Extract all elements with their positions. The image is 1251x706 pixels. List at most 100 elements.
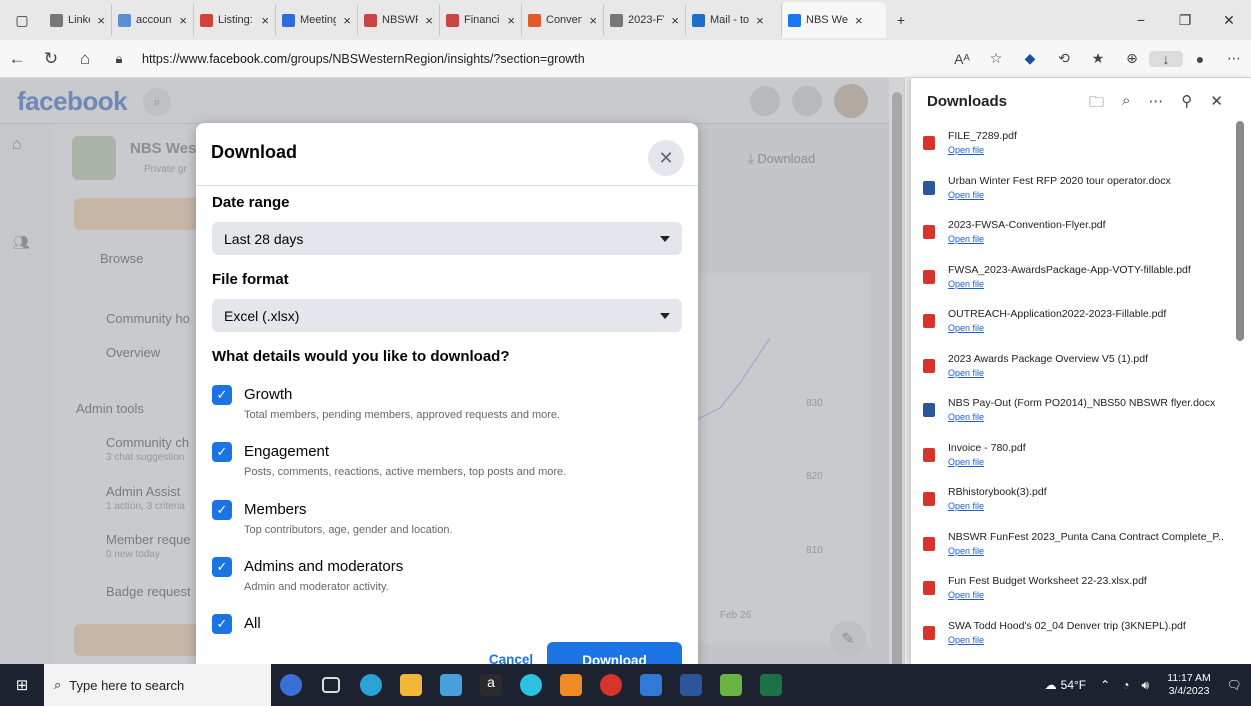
tab-actions-icon[interactable]: ▢	[0, 12, 44, 29]
app-icon[interactable]	[631, 670, 671, 700]
account-avatar[interactable]	[834, 84, 868, 118]
refresh-icon[interactable]: ↻	[34, 49, 68, 69]
app-icon[interactable]	[591, 670, 631, 700]
browser-tab[interactable]: Convent ×	[522, 4, 604, 36]
tab-close-icon[interactable]: ×	[425, 13, 433, 28]
checkbox-checked-icon[interactable]: ✓	[212, 385, 232, 405]
close-icon[interactable]: ✕	[1210, 92, 1223, 117]
checkbox-checked-icon[interactable]: ✓	[212, 614, 232, 634]
back-icon[interactable]: ←	[0, 49, 34, 69]
community-home-link[interactable]: Community ho	[106, 311, 190, 326]
restore-button[interactable]: ❐	[1163, 12, 1207, 29]
app-icon[interactable]	[511, 670, 551, 700]
open-file-link[interactable]: Open file	[948, 457, 984, 467]
notifications-icon[interactable]	[792, 86, 822, 116]
pin-icon[interactable]: ⚲	[1181, 92, 1192, 117]
checkbox-checked-icon[interactable]: ✓	[212, 500, 232, 520]
download-item[interactable]: OUTREACH-Application2022-2023-Fillable.p…	[923, 308, 1223, 342]
search-icon[interactable]: ⌕	[1122, 92, 1130, 117]
groups-icon[interactable]: 👥︎	[12, 234, 30, 251]
group-name[interactable]: NBS West	[130, 140, 201, 157]
member-requests-link[interactable]: Member reque	[106, 532, 191, 547]
tab-close-icon[interactable]: ×	[97, 13, 105, 28]
chevron-up-icon[interactable]: ⌃	[1100, 678, 1110, 692]
search-icon[interactable]: ⌕	[143, 88, 171, 116]
download-item[interactable]: FILE_7289.pdf Open file	[923, 130, 1223, 164]
download-item[interactable]: Urban Winter Fest RFP 2020 tour operator…	[923, 175, 1223, 209]
open-file-link[interactable]: Open file	[948, 323, 984, 333]
open-file-link[interactable]: Open file	[948, 546, 984, 556]
file-format-select[interactable]: Excel (.xlsx)	[212, 299, 682, 332]
new-tab-button[interactable]: +	[886, 12, 916, 28]
excel-icon[interactable]	[751, 670, 791, 700]
task-view-icon[interactable]	[311, 670, 351, 700]
notifications-icon[interactable]: 🗨	[1217, 678, 1251, 692]
close-window-button[interactable]: ✕	[1207, 12, 1251, 29]
browser-tab[interactable]: NBSWR ×	[358, 4, 440, 36]
browser-tab[interactable]: Listing: L ×	[194, 4, 276, 36]
download-item[interactable]: 2023 Awards Package Overview V5 (1).pdf O…	[923, 353, 1223, 387]
browser-tab[interactable]: NBS We ×	[782, 2, 886, 38]
downloads-scrollbar[interactable]	[1236, 121, 1244, 341]
download-item[interactable]: SWA Todd Hood's 02_04 Denver trip (3KNEP…	[923, 620, 1223, 654]
collections-icon[interactable]: ⊕	[1115, 50, 1149, 67]
favorite-add-icon[interactable]: ☆	[979, 50, 1013, 67]
open-file-link[interactable]: Open file	[948, 145, 984, 155]
file-explorer-icon[interactable]	[391, 670, 431, 700]
more-menu-icon[interactable]: ⋯	[1217, 50, 1251, 67]
more-icon[interactable]: ⋯	[1148, 92, 1163, 117]
clock[interactable]: 11:17 AM 3/4/2023	[1161, 672, 1217, 698]
facebook-logo[interactable]: facebook	[17, 86, 128, 117]
home-icon[interactable]: ⌂	[12, 136, 22, 154]
folder-icon[interactable]: 🗀	[1089, 92, 1104, 117]
tab-close-icon[interactable]: ×	[589, 13, 597, 28]
tab-close-icon[interactable]: ×	[179, 13, 187, 28]
browser-tab[interactable]: Meeting ×	[276, 4, 358, 36]
overview-link[interactable]: Overview	[106, 345, 160, 360]
windows-start-icon[interactable]: ⊞	[0, 676, 44, 694]
badge-requests-link[interactable]: Badge request	[106, 584, 191, 599]
date-range-select[interactable]: Last 28 days	[212, 222, 682, 255]
open-file-link[interactable]: Open file	[948, 368, 984, 378]
download-item[interactable]: Invoice - 780.pdf Open file	[923, 442, 1223, 476]
tab-close-icon[interactable]: ×	[671, 13, 679, 28]
open-file-link[interactable]: Open file	[948, 190, 984, 200]
downloads-icon[interactable]: ↓	[1149, 50, 1183, 67]
browser-tab[interactable]: Financia ×	[440, 4, 522, 36]
page-scrollbar[interactable]	[889, 78, 905, 670]
store-icon[interactable]	[431, 670, 471, 700]
amazon-icon[interactable]: a	[471, 670, 511, 700]
browse-tab[interactable]: Browse	[100, 251, 143, 266]
open-file-link[interactable]: Open file	[948, 635, 984, 645]
app-icon[interactable]	[551, 670, 591, 700]
open-file-link[interactable]: Open file	[948, 412, 984, 422]
open-file-link[interactable]: Open file	[948, 279, 984, 289]
tab-close-icon[interactable]: ×	[261, 13, 269, 28]
download-item[interactable]: Fun Fest Budget Worksheet 22-23.xlsx.pdf…	[923, 575, 1223, 609]
download-item[interactable]: FWSA_2023-AwardsPackage-App-VOTY-fillabl…	[923, 264, 1223, 298]
read-aloud-icon[interactable]: Aᴬ	[945, 51, 979, 67]
download-item[interactable]: RBhistorybook(3).pdf Open file	[923, 486, 1223, 520]
taskbar-search[interactable]: ⌕ Type here to search	[44, 664, 271, 706]
minimize-button[interactable]: −	[1119, 12, 1163, 28]
extensions-icon[interactable]: ⟲	[1047, 50, 1081, 67]
word-icon[interactable]	[671, 670, 711, 700]
profile-avatar[interactable]: ●	[1183, 51, 1217, 67]
open-file-link[interactable]: Open file	[948, 501, 984, 511]
home-icon[interactable]: ⌂	[68, 49, 102, 69]
open-file-link[interactable]: Open file	[948, 234, 984, 244]
tab-close-icon[interactable]: ×	[756, 13, 764, 28]
tab-close-icon[interactable]: ×	[343, 13, 351, 28]
download-item[interactable]: NBSWR FunFest 2023_Punta Cana Contract C…	[923, 531, 1223, 565]
open-file-link[interactable]: Open file	[948, 590, 984, 600]
bing-icon[interactable]	[271, 670, 311, 700]
messenger-icon[interactable]	[750, 86, 780, 116]
compose-icon[interactable]: ✎	[830, 621, 866, 657]
browser-tab[interactable]: Mail - to ×	[686, 4, 782, 36]
close-dialog-button[interactable]: ✕	[648, 140, 684, 176]
checkbox-checked-icon[interactable]: ✓	[212, 557, 232, 577]
extension-icon[interactable]: ◆	[1013, 50, 1047, 67]
checkbox-checked-icon[interactable]: ✓	[212, 442, 232, 462]
browser-tab[interactable]: 2023-FV ×	[604, 4, 686, 36]
admin-assist-link[interactable]: Admin Assist	[106, 484, 180, 499]
